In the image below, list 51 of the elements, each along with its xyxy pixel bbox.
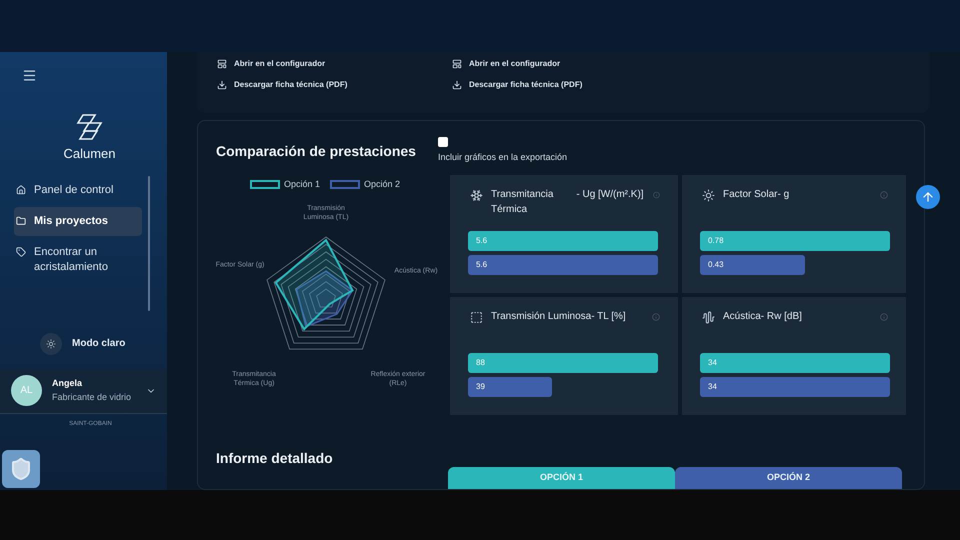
option-link[interactable]: Abrir en el configurador <box>452 58 597 70</box>
option-tab[interactable]: OPCIÓN 2 <box>675 467 902 489</box>
user-name: Angela <box>52 377 84 390</box>
square-icon <box>470 311 483 324</box>
value-bar: 39 <box>468 377 552 397</box>
value-bar: 0.78 <box>700 231 890 251</box>
tag-icon <box>16 246 26 256</box>
avatar: AL <box>11 375 42 406</box>
section-title: Comparación de prestaciones <box>216 142 417 161</box>
privacy-badge[interactable] <box>2 450 40 488</box>
value-bar: 5.6 <box>468 255 658 275</box>
option-link[interactable]: Descargar ficha técnica (PDF) <box>452 79 597 91</box>
nav-item[interactable]: Mis proyectos <box>14 206 142 236</box>
value-bar: 34 <box>700 377 890 397</box>
option-link[interactable]: Abrir en el configurador <box>217 58 362 70</box>
value-bar: 34 <box>700 353 890 373</box>
metric-title: Transmitancia Térmica <box>491 188 554 217</box>
logo-icon <box>74 113 104 141</box>
menu-icon[interactable] <box>22 68 37 83</box>
download-icon <box>452 80 462 90</box>
option-link[interactable]: Descargar ficha técnica (PDF) <box>217 79 362 91</box>
user-role: Fabricante de vidrio <box>52 390 132 404</box>
include-charts-checkbox[interactable] <box>438 136 448 146</box>
layout-icon <box>217 59 227 69</box>
include-charts-label: Incluir gráficos en la exportación <box>438 150 568 164</box>
value-bar: 88 <box>468 353 658 373</box>
metric-unit: - Ug [W/(m².K)] <box>576 188 645 202</box>
metric-title: Factor Solar- g <box>723 188 790 202</box>
nav-item[interactable]: Panel de control <box>14 176 142 204</box>
brand-name: Calumen <box>63 145 116 163</box>
report-title: Informe detallado <box>216 449 334 468</box>
value-bar: 5.6 <box>468 231 658 251</box>
value-bar: 0.43 <box>700 255 804 275</box>
theme-toggle-button[interactable] <box>40 332 62 354</box>
snowflake-icon <box>470 189 483 202</box>
sun-icon <box>46 338 56 348</box>
download-icon <box>217 80 227 90</box>
folder-icon <box>16 216 26 226</box>
metric-title: Acústica- Rw [dB] <box>723 310 802 324</box>
legend-label: Opción 1 <box>284 178 320 191</box>
waveform-icon <box>702 311 715 324</box>
shield-icon <box>9 457 33 481</box>
sun-icon <box>702 189 715 202</box>
scroll-top-button[interactable] <box>916 185 940 209</box>
nav-item[interactable]: Encontrar un acristalamiento <box>14 238 142 282</box>
home-icon <box>16 184 26 194</box>
theme-toggle-label[interactable]: Modo claro <box>72 336 126 351</box>
user-panel[interactable]: AL Angela Fabricante de vidrio <box>0 368 167 412</box>
layout-icon <box>452 59 462 69</box>
legend-label: Opción 2 <box>364 178 400 191</box>
metric-title: Transmisión Luminosa- TL [%] <box>491 310 626 324</box>
